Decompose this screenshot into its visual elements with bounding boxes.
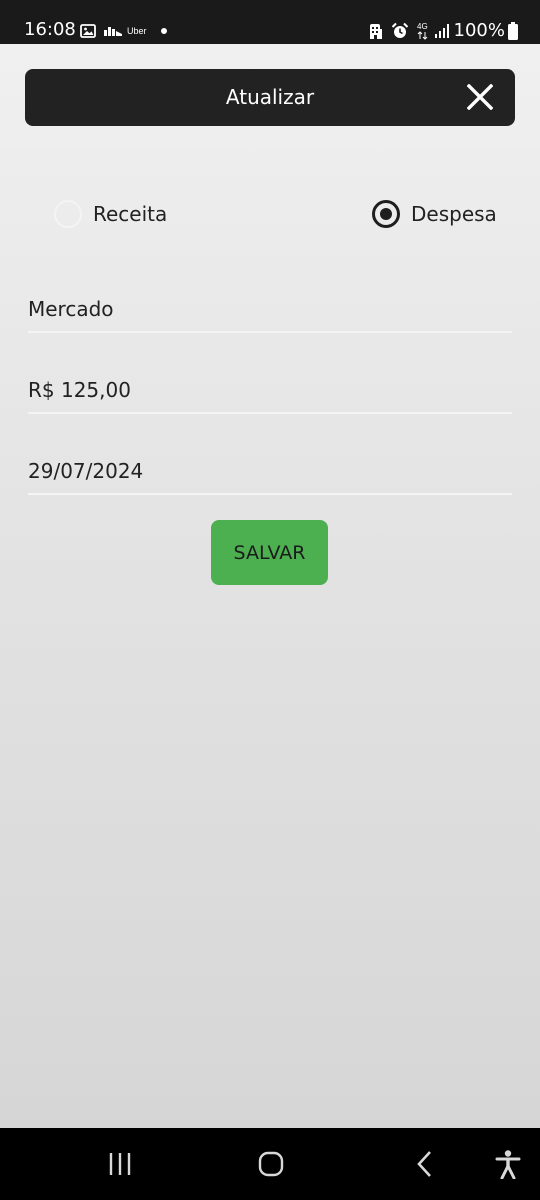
notification-dot bbox=[160, 28, 167, 34]
description-field bbox=[28, 291, 512, 333]
battery-percent: 100% bbox=[453, 20, 505, 41]
alarm-icon bbox=[391, 22, 408, 38]
home-button[interactable] bbox=[251, 1146, 291, 1182]
recent-apps-icon bbox=[109, 1153, 131, 1175]
image-icon bbox=[80, 24, 96, 38]
navigation-bar bbox=[0, 1128, 540, 1200]
accessibility-icon bbox=[495, 1150, 521, 1179]
status-time: 16:08 bbox=[24, 19, 76, 40]
radio-receita-circle[interactable] bbox=[54, 200, 82, 228]
uber-icon bbox=[104, 27, 122, 36]
radio-selected-dot bbox=[380, 208, 392, 220]
network-4g-icon: 4G bbox=[417, 22, 428, 40]
radio-receita[interactable]: Receita bbox=[54, 198, 167, 230]
battery-icon bbox=[508, 22, 518, 40]
close-icon bbox=[467, 84, 493, 110]
amount-input[interactable] bbox=[28, 372, 512, 408]
radio-receita-label[interactable]: Receita bbox=[93, 202, 167, 226]
status-bar: 16:08 Uber 4G 100% bbox=[0, 0, 540, 44]
signal-icon bbox=[434, 24, 449, 38]
radio-despesa-circle[interactable] bbox=[372, 200, 400, 228]
header-bar: Atualizar bbox=[25, 69, 515, 126]
recent-apps-button[interactable] bbox=[100, 1146, 140, 1182]
page-title: Atualizar bbox=[225, 85, 315, 109]
save-button[interactable]: SALVAR bbox=[211, 520, 328, 585]
accessibility-button[interactable] bbox=[490, 1146, 526, 1182]
status-system-icons: 4G 100% bbox=[368, 19, 518, 43]
building-icon bbox=[369, 23, 382, 39]
amount-field bbox=[28, 372, 512, 414]
radio-despesa[interactable]: Despesa bbox=[372, 198, 497, 230]
home-icon bbox=[258, 1151, 284, 1177]
close-button[interactable] bbox=[465, 82, 495, 112]
date-field bbox=[28, 453, 512, 495]
app-content: Atualizar Receita Despesa SALVAR bbox=[0, 44, 540, 1128]
uber-label: Uber bbox=[127, 26, 147, 36]
description-input[interactable] bbox=[28, 291, 512, 327]
svg-text:4G: 4G bbox=[417, 22, 428, 31]
status-notification-icons: Uber bbox=[80, 21, 167, 41]
date-input[interactable] bbox=[28, 453, 512, 489]
back-icon bbox=[417, 1151, 431, 1177]
back-button[interactable] bbox=[406, 1146, 442, 1182]
radio-despesa-label[interactable]: Despesa bbox=[411, 202, 497, 226]
